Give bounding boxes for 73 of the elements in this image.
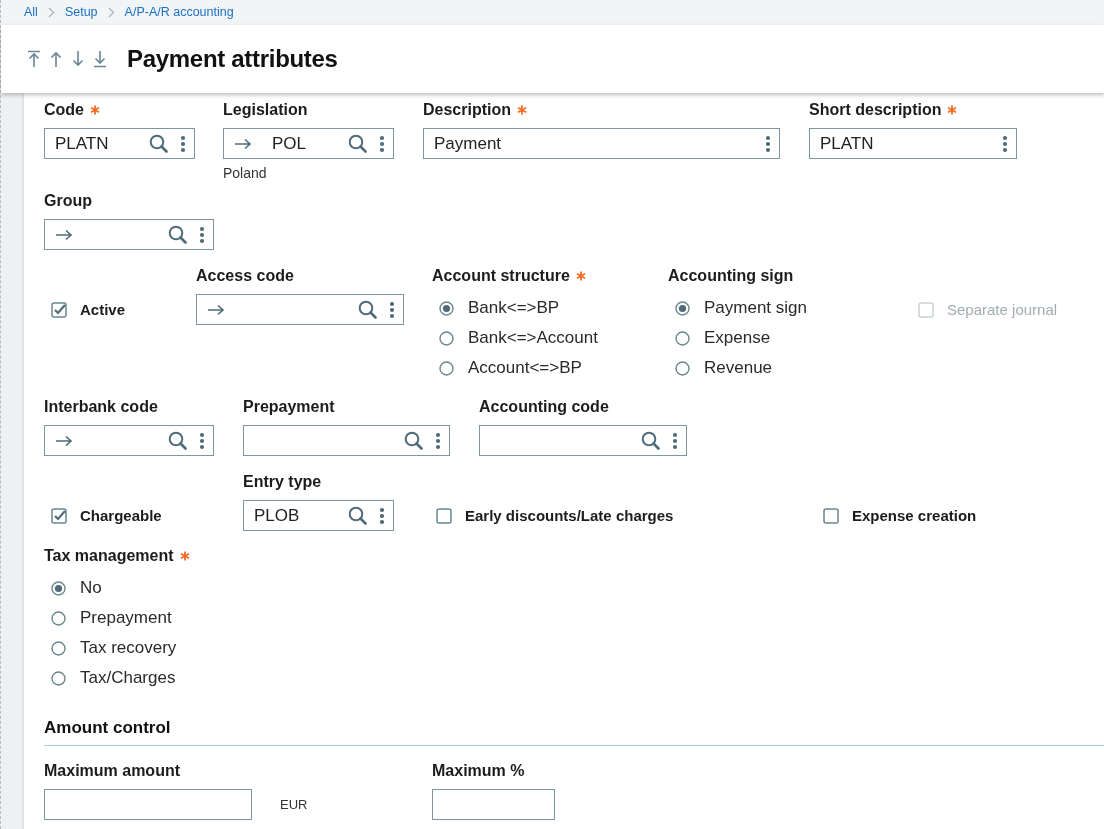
field-label: Accounting code [479, 398, 609, 416]
field-label: Prepayment [243, 398, 335, 416]
breadcrumb-link[interactable]: A/P-A/R accounting [124, 3, 234, 22]
field-label: Tax management [44, 547, 174, 565]
input-field[interactable]: PLATN [44, 128, 195, 159]
checkbox[interactable]: Early discounts/Late charges [429, 506, 816, 526]
input-field[interactable] [44, 789, 252, 820]
input-field[interactable] [44, 219, 214, 250]
more-options-icon[interactable] [435, 431, 441, 450]
arrow-up-icon[interactable] [49, 50, 63, 68]
input-field[interactable] [196, 294, 404, 325]
checkbox: Separate journal [911, 300, 1091, 320]
radio-option[interactable]: Payment sign [668, 293, 911, 323]
more-options-icon[interactable] [180, 134, 186, 153]
checkbox[interactable]: Chargeable [44, 506, 243, 526]
field-label: Accounting sign [668, 267, 794, 285]
input-field[interactable]: PLOB [243, 500, 394, 531]
field-label: Maximum % [432, 762, 525, 780]
radio-option[interactable]: Tax recovery [44, 633, 344, 663]
breadcrumb-link[interactable]: All [24, 3, 38, 22]
field-label: Description [423, 101, 511, 119]
field-label: Legislation [223, 101, 308, 119]
more-options-icon[interactable] [379, 134, 385, 153]
more-options-icon[interactable] [199, 225, 205, 244]
page-title: Payment attributes [127, 44, 338, 74]
checkbox[interactable]: Expense creation [816, 506, 1066, 526]
currency-label: EUR [280, 795, 308, 814]
search-icon[interactable] [404, 431, 423, 450]
search-icon[interactable] [168, 431, 187, 450]
field-label: Entry type [243, 473, 322, 491]
input-field[interactable] [44, 425, 214, 456]
search-icon[interactable] [348, 506, 367, 525]
more-options-icon[interactable] [379, 506, 385, 525]
radio-option[interactable]: Expense [668, 323, 911, 353]
input-field[interactable]: PLATN [809, 128, 1017, 159]
more-options-icon[interactable] [199, 431, 205, 450]
input-field[interactable] [243, 425, 450, 456]
search-icon[interactable] [149, 134, 168, 153]
field-label: Group [44, 192, 92, 210]
input-field[interactable] [479, 425, 687, 456]
more-options-icon[interactable] [1002, 134, 1008, 153]
search-icon[interactable] [641, 431, 660, 450]
more-options-icon[interactable] [765, 134, 771, 153]
more-options-icon[interactable] [389, 300, 395, 319]
radio-option[interactable]: Bank<=>BP [432, 293, 668, 323]
search-icon[interactable] [358, 300, 377, 319]
field-note: Poland [223, 165, 268, 181]
input-field[interactable]: POL [223, 128, 394, 159]
more-options-icon[interactable] [672, 431, 678, 450]
section-heading: Amount control [44, 719, 172, 737]
field-label: Maximum amount [44, 762, 180, 780]
search-icon[interactable] [348, 134, 367, 153]
chevron-right-icon [107, 7, 115, 18]
radio-option[interactable]: Prepayment [44, 603, 344, 633]
search-icon[interactable] [168, 225, 187, 244]
field-label: Short description [809, 101, 942, 119]
input-field[interactable]: Payment [423, 128, 780, 159]
arrow-down-icon[interactable] [71, 50, 85, 68]
radio-option[interactable]: Bank<=>Account [432, 323, 668, 353]
field-label: Access code [196, 267, 294, 285]
breadcrumb-link[interactable]: Setup [64, 3, 98, 22]
input-field[interactable] [432, 789, 555, 820]
checkbox[interactable]: Active [44, 300, 196, 320]
field-label: Account structure [432, 267, 570, 285]
radio-option[interactable]: Revenue [668, 353, 911, 383]
field-label: Interbank code [44, 398, 158, 416]
radio-option[interactable]: Tax/Charges [44, 663, 344, 693]
field-label: Code [44, 101, 84, 119]
radio-option[interactable]: No [44, 573, 344, 603]
radio-option[interactable]: Account<=>BP [432, 353, 668, 383]
chevron-right-icon [47, 7, 55, 18]
arrow-to-top-icon[interactable] [27, 50, 41, 68]
arrow-to-bottom-icon[interactable] [93, 50, 107, 68]
